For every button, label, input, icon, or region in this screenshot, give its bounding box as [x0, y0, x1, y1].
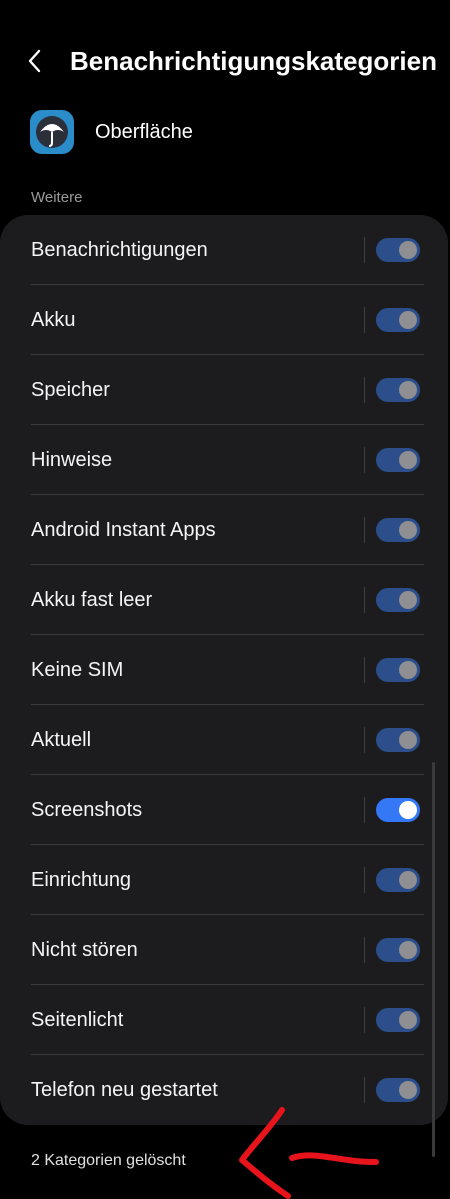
list-item[interactable]: Akku fast leer [0, 565, 448, 635]
toggle-knob [399, 591, 417, 609]
vertical-separator [364, 1007, 365, 1033]
toggle-knob [399, 801, 417, 819]
category-toggle[interactable] [376, 308, 420, 332]
red-arrow-annotation [239, 1107, 379, 1199]
toggle-knob [399, 311, 417, 329]
category-toggle[interactable] [376, 658, 420, 682]
toggle-knob [399, 731, 417, 749]
list-item[interactable]: Einrichtung [0, 845, 448, 915]
list-item[interactable]: Screenshots [0, 775, 448, 845]
list-item[interactable]: Akku [0, 285, 448, 355]
vertical-separator [364, 797, 365, 823]
app-name: Oberfläche [95, 120, 193, 143]
page-title: Benachrichtigungskategorien [70, 45, 437, 76]
vertical-separator [364, 447, 365, 473]
vertical-separator [364, 517, 365, 543]
list-item[interactable]: Benachrichtigungen [0, 215, 448, 285]
toggle-knob [399, 941, 417, 959]
category-toggle[interactable] [376, 868, 420, 892]
category-toggle[interactable] [376, 238, 420, 262]
list-item[interactable]: Seitenlicht [0, 985, 448, 1055]
toggle-knob [399, 241, 417, 259]
vertical-separator [364, 307, 365, 333]
umbrella-app-icon [30, 110, 74, 154]
category-toggle[interactable] [376, 518, 420, 542]
toggle-knob [399, 381, 417, 399]
toggle-knob [399, 451, 417, 469]
deleted-categories-note: 2 Kategorien gelöscht [31, 1152, 186, 1169]
toggle-knob [399, 521, 417, 539]
list-item[interactable]: Aktuell [0, 705, 448, 775]
vertical-separator [364, 867, 365, 893]
back-button[interactable] [0, 30, 70, 92]
category-toggle[interactable] [376, 728, 420, 752]
list-item[interactable]: Hinweise [0, 425, 448, 495]
category-list: Benachrichtigungen Akku Speicher Hinweise An… [0, 215, 448, 1125]
vertical-separator [364, 657, 365, 683]
category-toggle[interactable] [376, 798, 420, 822]
category-toggle[interactable] [376, 378, 420, 402]
chevron-left-icon [28, 49, 41, 73]
list-item[interactable]: Android Instant Apps [0, 495, 448, 565]
toggle-knob [399, 871, 417, 889]
top-bar: Benachrichtigungskategorien [0, 30, 450, 92]
vertical-separator [364, 727, 365, 753]
category-toggle[interactable] [376, 938, 420, 962]
category-toggle[interactable] [376, 1008, 420, 1032]
vertical-separator [364, 587, 365, 613]
scrollbar[interactable] [432, 762, 435, 1157]
toggle-knob [399, 1011, 417, 1029]
vertical-separator [364, 937, 365, 963]
category-toggle[interactable] [376, 588, 420, 612]
list-item[interactable]: Nicht stören [0, 915, 448, 985]
vertical-separator [364, 377, 365, 403]
category-toggle[interactable] [376, 1078, 420, 1102]
vertical-separator [364, 237, 365, 263]
toggle-knob [399, 661, 417, 679]
app-header: Oberfläche [30, 110, 193, 154]
toggle-knob [399, 1081, 417, 1099]
list-item[interactable]: Keine SIM [0, 635, 448, 705]
category-toggle[interactable] [376, 448, 420, 472]
list-item[interactable]: Speicher [0, 355, 448, 425]
section-label: Weitere [31, 189, 83, 206]
